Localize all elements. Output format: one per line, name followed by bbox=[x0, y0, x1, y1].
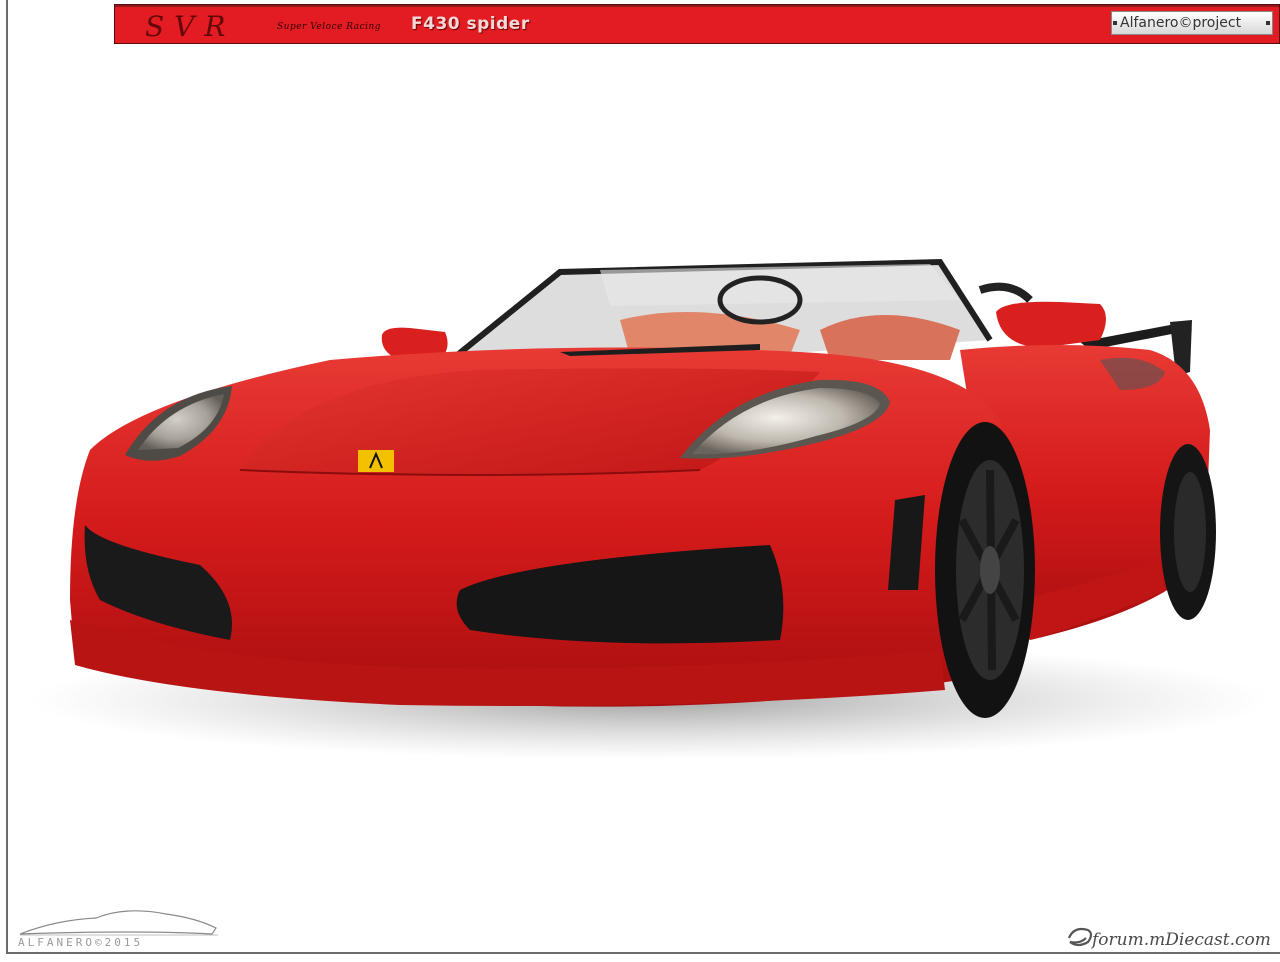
svr-logo-text: SVR bbox=[145, 10, 236, 43]
watermark-right: forum.mDiecast.com bbox=[1092, 930, 1271, 950]
model-title: F430 spider bbox=[411, 14, 530, 34]
watermark-left: ALFANERO©2015 bbox=[18, 936, 144, 949]
credit-box: Alfanero©project bbox=[1111, 11, 1273, 35]
frame-bottom-border bbox=[6, 952, 1280, 962]
car-photo bbox=[30, 258, 1270, 760]
title-bar: SVR Super Veloce Racing F430 spider Alfa… bbox=[114, 4, 1280, 44]
mirror-right bbox=[996, 301, 1106, 348]
ferrari-badge bbox=[358, 450, 394, 472]
front-wheel bbox=[935, 422, 1035, 718]
svr-tagline: Super Veloce Racing bbox=[277, 22, 382, 32]
svr-logo: SVR Super Veloce Racing bbox=[127, 7, 387, 43]
credit-dot-left bbox=[1113, 21, 1117, 25]
credit-text: Alfanero©project bbox=[1120, 15, 1242, 31]
rear-wheel bbox=[1160, 444, 1216, 620]
credit-dot-right bbox=[1266, 21, 1270, 25]
